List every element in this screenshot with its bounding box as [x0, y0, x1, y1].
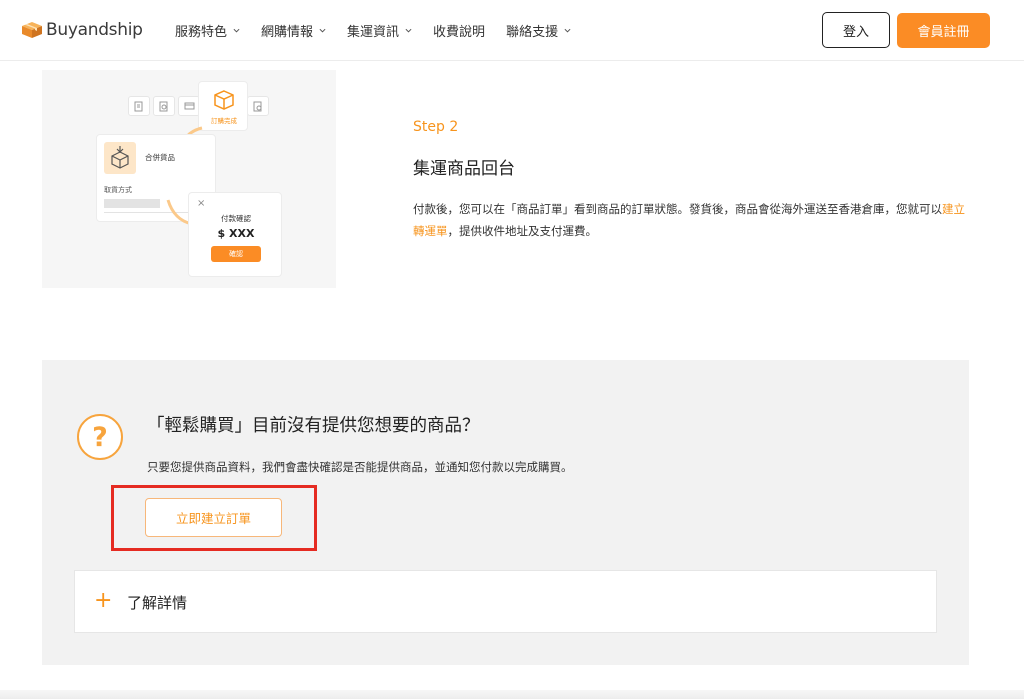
order-complete-label: 訂購完成 — [211, 117, 237, 125]
nav-item-shopping-news[interactable]: 網購情報 — [261, 21, 326, 40]
pickup-method-label: 取貨方式 — [104, 186, 132, 194]
question-icon: ? — [77, 414, 123, 460]
main-nav: 服務特色 網購情報 集運資訊 收費說明 聯絡支援 — [175, 21, 592, 40]
payment-amount: $ XXX — [217, 227, 255, 240]
placeholder-bar — [104, 199, 160, 208]
chevron-down-icon — [564, 28, 571, 33]
close-icon: × — [197, 198, 206, 209]
nav-label: 網購情報 — [261, 24, 314, 40]
merge-box-icon — [104, 142, 136, 174]
nav-label: 集運資訊 — [347, 24, 400, 40]
accordion-label: 了解詳情 — [127, 594, 188, 612]
step-description: 付款後，您可以在「商品訂單」看到商品的訂單狀態。發貨後，商品會從海外運送至香港倉… — [413, 198, 973, 242]
panel-title: 「輕鬆購買」目前沒有提供您想要的商品？ — [147, 416, 480, 436]
nav-label: 聯絡支援 — [506, 24, 559, 40]
step-illustration: 訂購完成 合併貨品 取貨方式 × 付款確認 $ XXX 確認 — [42, 70, 336, 288]
site-header: Buyandship 服務特色 網購情報 集運資訊 收費說明 聯絡支援 登入 會… — [0, 0, 1024, 61]
confirm-button-illustration: 確認 — [211, 246, 261, 262]
nav-label: 收費說明 — [433, 24, 486, 40]
step-label: Step 2 — [413, 119, 459, 135]
panel-description: 只要您提供商品資料，我們會盡快確認是否能提供商品，並通知您付款以完成購買。 — [147, 460, 573, 474]
nav-item-features[interactable]: 服務特色 — [175, 21, 240, 40]
step-desc-text: 付款後，您可以在「商品訂單」看到商品的訂單狀態。發貨後，商品會從海外運送至香港倉… — [413, 202, 942, 216]
create-order-button[interactable]: 立即建立訂單 — [145, 498, 282, 537]
nav-item-shipping-info[interactable]: 集運資訊 — [347, 21, 412, 40]
order-complete-card: 訂購完成 — [198, 81, 248, 131]
step-desc-text: ，提供收件地址及支付運費。 — [447, 224, 598, 238]
register-button[interactable]: 會員註冊 — [897, 13, 990, 48]
payment-confirm-card: × 付款確認 $ XXX 確認 — [188, 192, 282, 277]
nav-label: 服務特色 — [175, 24, 228, 40]
cart-icon — [178, 96, 200, 116]
question-mark: ? — [92, 421, 108, 453]
merge-goods-label: 合併貨品 — [145, 153, 175, 162]
page-bottom-edge — [0, 690, 1024, 699]
nav-item-pricing[interactable]: 收費說明 — [433, 21, 486, 40]
chevron-down-icon — [405, 28, 412, 33]
plus-icon: + — [94, 588, 113, 613]
payment-confirm-label: 付款確認 — [221, 214, 251, 223]
receipt-icon — [247, 96, 269, 116]
logo-text: Buyandship — [46, 20, 143, 40]
chevron-down-icon — [233, 28, 240, 33]
checklist-icon — [153, 96, 175, 116]
logo[interactable]: Buyandship — [21, 18, 143, 42]
document-icon — [128, 96, 150, 116]
login-button[interactable]: 登入 — [822, 12, 890, 48]
step-title: 集運商品回台 — [413, 159, 515, 179]
package-icon — [214, 90, 234, 110]
chevron-down-icon — [319, 28, 326, 33]
nav-item-support[interactable]: 聯絡支援 — [506, 21, 571, 40]
learn-more-accordion[interactable]: + 了解詳情 — [74, 570, 937, 633]
box-logo-icon — [22, 22, 42, 38]
